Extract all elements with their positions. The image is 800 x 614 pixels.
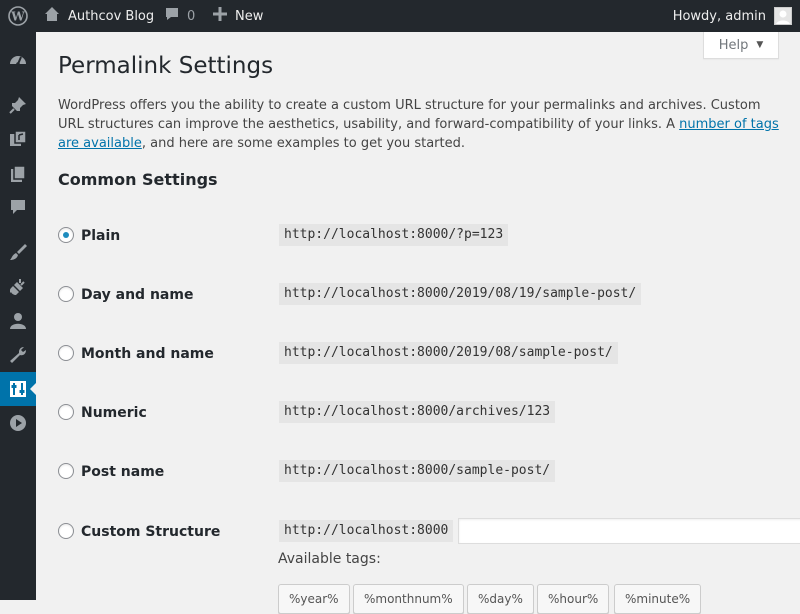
option-numeric: Numeric http://localhost:8000/archives/1… — [58, 401, 800, 425]
new-content-link[interactable]: New — [213, 0, 263, 32]
radio-month-and-name[interactable] — [58, 345, 74, 361]
example-url: http://localhost:8000/sample-post/ — [279, 460, 556, 482]
available-tags-label: Available tags: — [278, 551, 381, 567]
site-name-link[interactable]: Authcov Blog — [44, 0, 154, 32]
tag-button-year[interactable]: %year% — [278, 584, 350, 614]
wordpress-logo-icon[interactable]: W — [0, 0, 36, 32]
intro-text-after: , and here are some examples to get you … — [141, 136, 466, 151]
my-account-link[interactable]: Howdy, admin — [673, 0, 792, 32]
wrench-icon[interactable] — [0, 338, 36, 372]
admin-menu — [0, 32, 36, 600]
radio-post-name[interactable] — [58, 463, 74, 479]
home-icon — [44, 6, 60, 26]
example-url: http://localhost:8000/?p=123 — [279, 224, 509, 246]
radio-day-and-name[interactable] — [58, 286, 74, 302]
plus-icon — [213, 7, 227, 25]
caret-down-icon: ▼ — [756, 40, 764, 50]
new-label: New — [235, 8, 264, 24]
avatar — [774, 7, 792, 25]
section-title: Common Settings — [58, 170, 218, 189]
option-label: Post name — [81, 464, 165, 480]
comments-count: 0 — [187, 8, 196, 24]
example-url: http://localhost:8000/2019/08/19/sample-… — [279, 283, 642, 305]
option-label: Custom Structure — [81, 524, 221, 540]
option-day-and-name: Day and name http://localhost:8000/2019/… — [58, 283, 800, 307]
option-label: Plain — [81, 228, 121, 244]
radio-custom-structure[interactable] — [58, 523, 74, 539]
pin-icon[interactable] — [0, 88, 36, 122]
example-url: http://localhost:8000/archives/123 — [279, 401, 556, 423]
option-label: Day and name — [81, 287, 194, 303]
option-post-name: Post name http://localhost:8000/sample-p… — [58, 460, 800, 484]
radio-numeric[interactable] — [58, 404, 74, 420]
admin-bar: W Authcov Blog 0 New Howdy, admin — [0, 0, 800, 32]
option-label: Numeric — [81, 405, 147, 421]
comment-bubble-icon — [164, 6, 180, 26]
play-icon[interactable] — [0, 406, 36, 440]
option-label: Month and name — [81, 346, 214, 362]
brush-icon[interactable] — [0, 235, 36, 269]
custom-structure-input[interactable] — [458, 518, 800, 544]
media-icon[interactable] — [0, 122, 36, 156]
option-month-and-name: Month and name http://localhost:8000/201… — [58, 342, 800, 366]
tag-button-minute[interactable]: %minute% — [614, 584, 702, 614]
help-label: Help — [718, 37, 749, 53]
tag-button-day[interactable]: %day% — [467, 584, 534, 614]
help-tab-button[interactable]: Help ▼ — [703, 32, 779, 59]
pages-icon[interactable] — [0, 157, 36, 191]
example-url: http://localhost:8000/2019/08/sample-pos… — [279, 342, 618, 364]
svg-text:W: W — [10, 10, 25, 24]
site-name-label: Authcov Blog — [68, 8, 155, 24]
comments-link[interactable]: 0 — [164, 0, 195, 32]
howdy-label: Howdy, admin — [672, 8, 766, 24]
user-icon[interactable] — [0, 304, 36, 338]
tag-button-hour[interactable]: %hour% — [537, 584, 610, 614]
option-plain: Plain http://localhost:8000/?p=123 — [58, 224, 800, 248]
plugin-icon[interactable] — [0, 270, 36, 304]
intro-paragraph: WordPress offers you the ability to crea… — [58, 96, 788, 153]
option-custom-structure: Custom Structure http://localhost:8000 — [58, 518, 800, 544]
radio-plain[interactable] — [58, 227, 74, 243]
page-title: Permalink Settings — [58, 53, 274, 79]
intro-text-before: WordPress offers you the ability to crea… — [58, 98, 761, 132]
comment-icon[interactable] — [0, 190, 36, 224]
tag-button-monthnum[interactable]: %monthnum% — [353, 584, 464, 614]
example-url-base: http://localhost:8000 — [279, 520, 454, 542]
settings-icon[interactable] — [0, 372, 36, 406]
dashboard-icon[interactable] — [0, 43, 36, 77]
